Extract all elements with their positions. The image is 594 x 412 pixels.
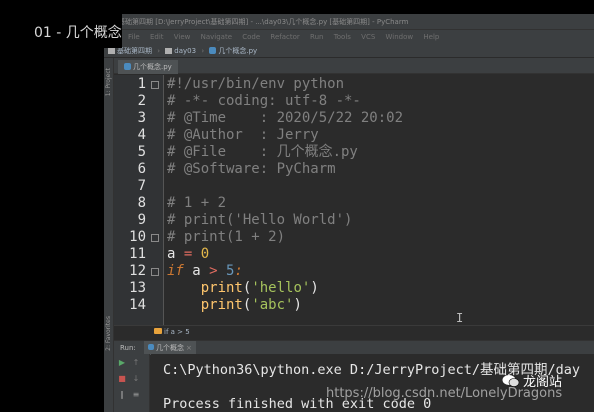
menu-vcs[interactable]: VCS: [361, 33, 375, 41]
nav-separator: ›: [201, 47, 205, 55]
python-file-icon: [209, 47, 217, 54]
line-number: 1: [137, 76, 146, 92]
code-line: # -*- coding: utf-8 -*-: [167, 93, 361, 109]
line-number-gutter: 1 2 3 4 5 6 7 8 9 10 11 12 13 14: [114, 75, 164, 325]
code-token-op: =: [183, 246, 193, 262]
line-number: 10: [129, 229, 146, 245]
line-number: 11: [129, 246, 146, 262]
video-title: 01 - 几个概念: [0, 0, 122, 48]
line-number: 8: [137, 195, 146, 211]
favorites-tool-button[interactable]: 2: Favorites: [105, 316, 113, 351]
stop-icon[interactable]: ■: [116, 374, 128, 384]
breadcrumb-label: if a > 5: [164, 328, 190, 336]
code-line: print('abc'): [167, 297, 302, 314]
brand-name: 龙阁站: [523, 375, 563, 390]
scroll-down-icon[interactable]: ↓: [130, 374, 142, 384]
nav-separator: ›: [157, 47, 161, 55]
menu-refactor[interactable]: Refactor: [270, 33, 299, 41]
menu-tools[interactable]: Tools: [334, 33, 351, 41]
line-number: 9: [137, 212, 146, 228]
nav-project[interactable]: 基础第四期: [117, 47, 152, 55]
code-line: # 1 + 2: [167, 195, 227, 211]
code-token-var: a: [192, 263, 201, 279]
code-line: # @File : 几个概念.py: [167, 144, 358, 160]
mouse-cursor-icon: I: [456, 311, 464, 325]
code-token-number: 0: [200, 246, 210, 262]
run-label: Run:: [120, 344, 136, 352]
run-toolbar: ▶ ↑ ■ ↓ ∥ ≡: [114, 354, 150, 412]
editor-tab-label: 几个概念.py: [133, 63, 172, 71]
line-number: 14: [129, 297, 146, 313]
menu-edit[interactable]: Edit: [150, 33, 164, 41]
code-token-colon: :: [234, 263, 243, 279]
chat-bubble-icon: [502, 375, 520, 387]
menu-bar: File Edit View Navigate Code Refactor Ru…: [104, 30, 594, 44]
code-line: # print('Hello World'): [167, 212, 353, 228]
line-number: 4: [137, 127, 146, 143]
editor-tab-bar: 几个概念.py: [114, 58, 594, 74]
code-token-op: >: [209, 263, 218, 279]
wrap-icon[interactable]: ≡: [130, 390, 142, 400]
code-breadcrumb[interactable]: if a > 5: [114, 325, 594, 339]
line-number: 6: [137, 161, 146, 177]
menu-window[interactable]: Window: [386, 33, 414, 41]
menu-file[interactable]: File: [128, 33, 140, 41]
navigation-bar: 基础第四期 › day03 › 几个概念.py: [104, 44, 594, 58]
pause-icon[interactable]: ∥: [116, 390, 128, 400]
editor-tab[interactable]: 几个概念.py: [118, 60, 178, 74]
code-token-string: 'hello': [251, 280, 311, 296]
pycharm-window: 基础第四期 [D:\JerryProject\基础第四期] - ...\day0…: [104, 14, 594, 412]
code-token-keyword: if: [167, 263, 184, 279]
code-line: # @Author : Jerry: [167, 127, 319, 143]
nav-file[interactable]: 几个概念.py: [218, 47, 257, 55]
menu-run[interactable]: Run: [310, 33, 323, 41]
code-token-string: 'abc': [251, 297, 294, 313]
code-token-function: print: [200, 297, 243, 313]
run-tab[interactable]: 几个概念 ×: [144, 341, 196, 355]
code-line: # print(1 + 2): [167, 229, 286, 245]
menu-code[interactable]: Code: [242, 33, 260, 41]
nav-folder[interactable]: day03: [174, 47, 196, 55]
line-number: 5: [137, 144, 146, 160]
line-number: 7: [137, 178, 146, 194]
python-file-icon: [124, 63, 131, 70]
python-file-icon: [148, 344, 155, 350]
scroll-up-icon[interactable]: ↑: [130, 358, 142, 368]
tool-window-strip: 1: Project 2: Favorites: [104, 58, 114, 412]
code-token-function: print: [200, 280, 243, 296]
line-number: 12: [129, 263, 146, 279]
line-number: 2: [137, 93, 146, 109]
run-panel-header: Run: 几个概念 ×: [114, 340, 594, 355]
project-tool-button[interactable]: 1: Project: [105, 68, 113, 96]
menu-navigate[interactable]: Navigate: [201, 33, 232, 41]
code-line: # @Time : 2020/5/22 20:02: [167, 110, 404, 126]
statement-icon: [154, 328, 162, 334]
code-line: a = 0: [167, 246, 209, 263]
run-tab-label: 几个概念: [156, 344, 185, 352]
menu-view[interactable]: View: [174, 33, 191, 41]
code-token-var: a: [167, 246, 176, 262]
fold-marker-icon[interactable]: [151, 268, 159, 276]
code-line: if a > 5:: [167, 263, 243, 280]
brand-badge: 龙阁站: [502, 372, 562, 394]
fold-marker-icon[interactable]: [151, 81, 159, 89]
folder-icon: [165, 48, 173, 54]
menu-help[interactable]: Help: [423, 33, 439, 41]
window-title: 基础第四期 [D:\JerryProject\基础第四期] - ...\day0…: [104, 14, 594, 30]
line-number: 3: [137, 110, 146, 126]
line-number: 13: [129, 280, 146, 296]
code-text[interactable]: #!/usr/bin/env python # -*- coding: utf-…: [167, 75, 594, 325]
close-icon[interactable]: ×: [186, 344, 192, 352]
code-line: #!/usr/bin/env python: [167, 76, 345, 92]
code-line: print('hello'): [167, 280, 319, 297]
folder-icon: [108, 48, 115, 54]
code-token-paren: ): [310, 280, 319, 296]
code-line: # @Software: PyCharm: [167, 161, 336, 177]
code-token-paren: ): [293, 297, 302, 313]
fold-marker-icon[interactable]: [151, 234, 159, 242]
rerun-icon[interactable]: ▶: [116, 358, 128, 368]
code-editor[interactable]: 1 2 3 4 5 6 7 8 9 10 11 12 13 14 #!/usr/…: [114, 75, 594, 325]
